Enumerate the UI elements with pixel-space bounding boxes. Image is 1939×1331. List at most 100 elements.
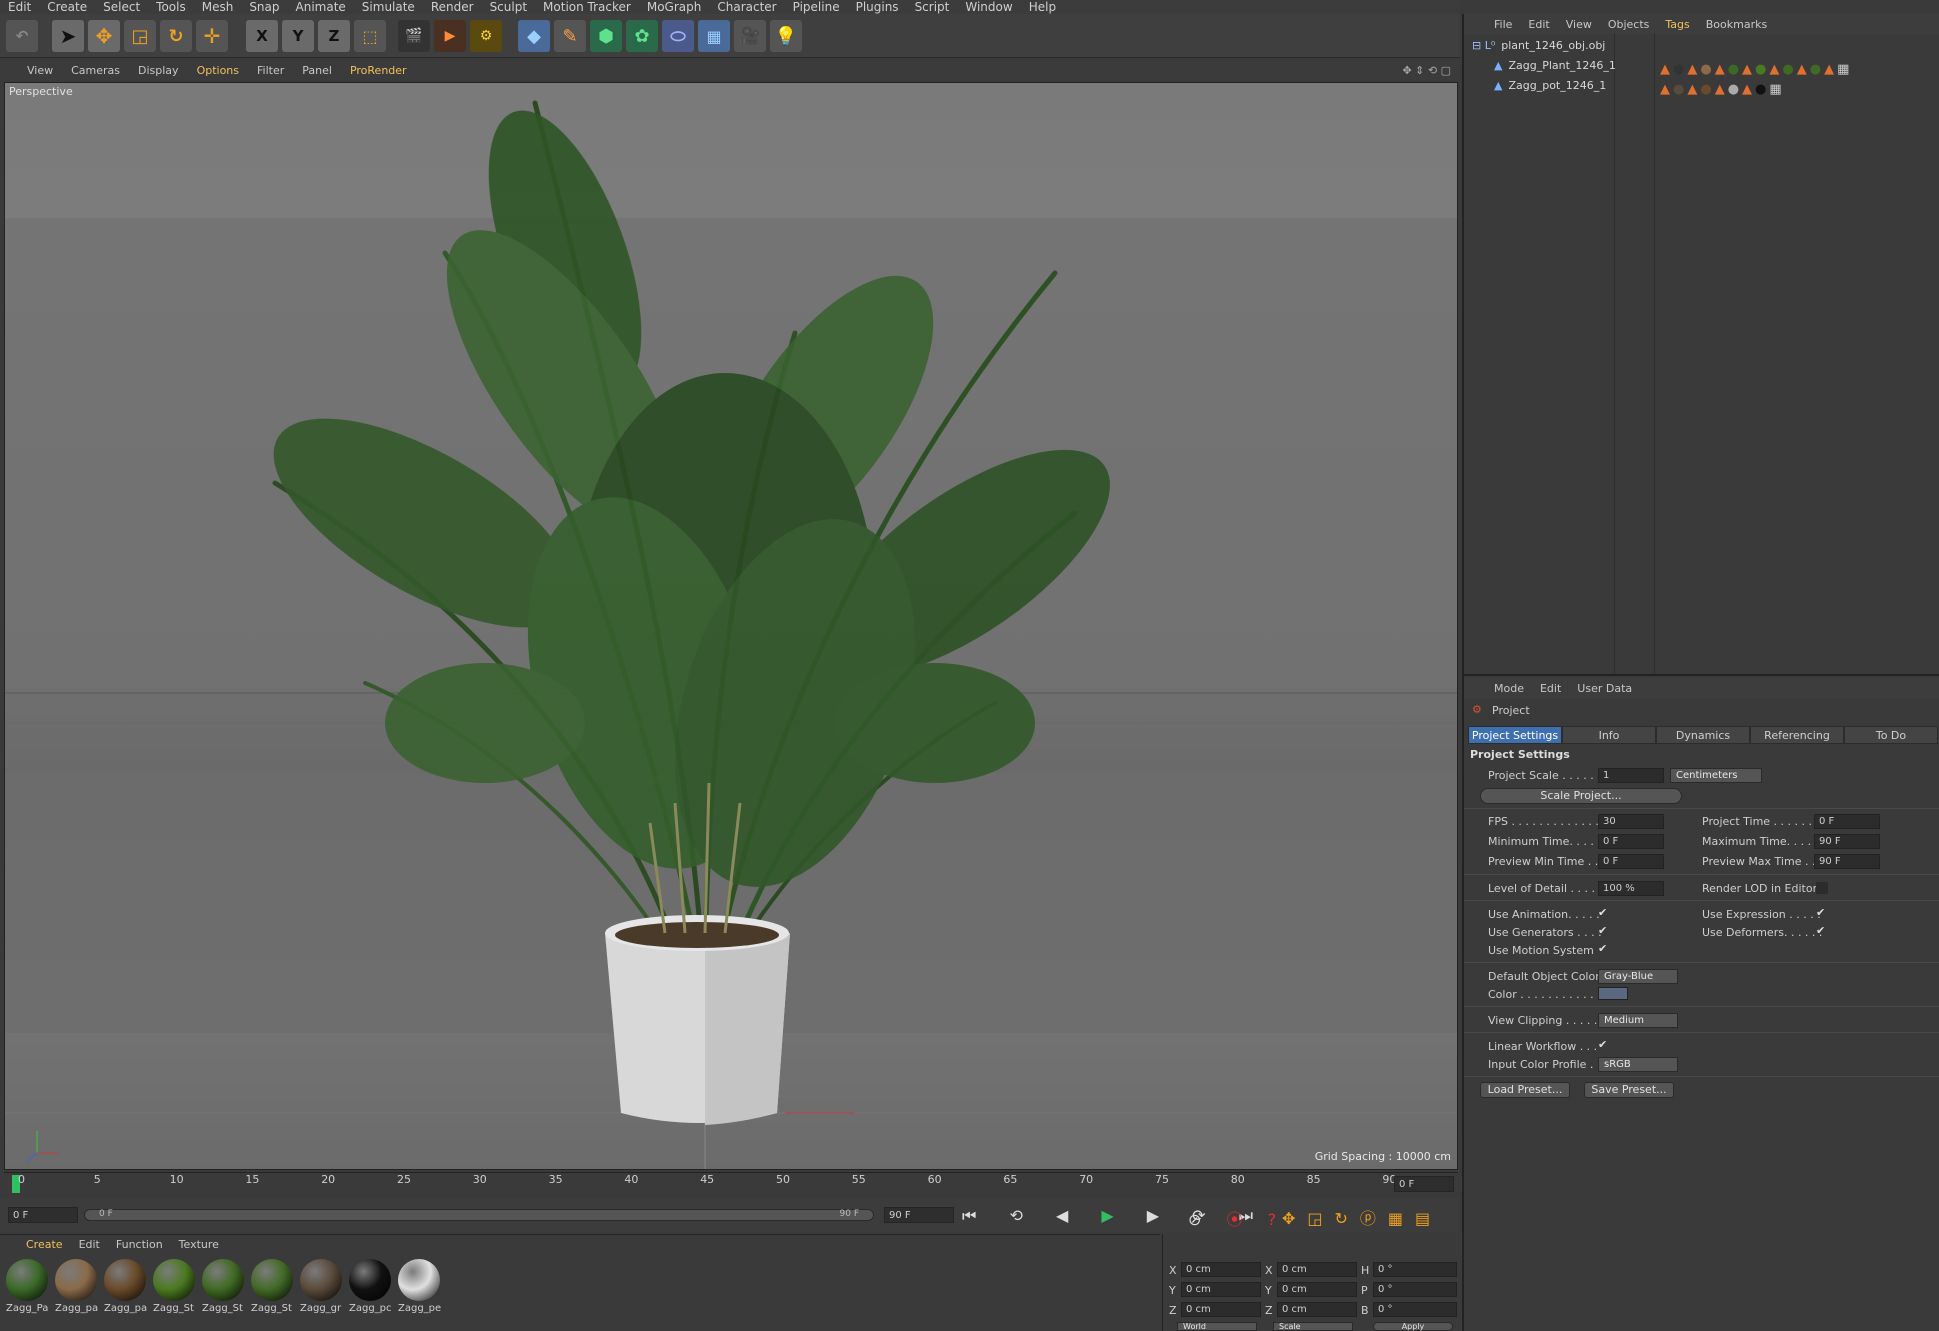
- view-clipping-dropdown[interactable]: Medium: [1598, 1013, 1678, 1028]
- obj-menu-bookmarks[interactable]: Bookmarks: [1698, 18, 1775, 31]
- menu-motion-tracker[interactable]: Motion Tracker: [535, 0, 639, 14]
- viewport-menu-panel[interactable]: Panel: [293, 64, 341, 77]
- menu-window[interactable]: Window: [957, 0, 1020, 14]
- obj-menu-tags[interactable]: Tags: [1657, 18, 1697, 31]
- cube-icon[interactable]: ◆: [518, 20, 550, 52]
- attr-menu-edit[interactable]: Edit: [1532, 682, 1569, 695]
- preview-min-field[interactable]: 0 F: [1598, 854, 1664, 869]
- material-menu-edit[interactable]: Edit: [71, 1238, 108, 1251]
- array-icon[interactable]: ✿: [626, 20, 658, 52]
- scale-unit-dropdown[interactable]: Centimeters: [1670, 768, 1762, 783]
- rot-h-field[interactable]: 0 °: [1373, 1262, 1457, 1277]
- pen-icon[interactable]: ✎: [554, 20, 586, 52]
- max-time-field[interactable]: 90 F: [1814, 834, 1880, 849]
- floor-icon[interactable]: ▦: [698, 20, 730, 52]
- menu-create[interactable]: Create: [39, 0, 95, 14]
- project-time-field[interactable]: 0 F: [1814, 814, 1880, 829]
- key-controls[interactable]: ⊘ ⦿ ?: [1188, 1206, 1286, 1230]
- material-menu-create[interactable]: Create: [18, 1238, 71, 1251]
- scale-y-field[interactable]: 0 cm: [1277, 1282, 1357, 1297]
- object-row-pot[interactable]: ▲ Zagg_pot_1246_1: [1494, 76, 1606, 94]
- material-swatch[interactable]: Zagg_St: [249, 1257, 295, 1315]
- use-deformers-checkbox[interactable]: ✔: [1816, 925, 1828, 937]
- load-preset-button[interactable]: Load Preset...: [1480, 1082, 1570, 1098]
- material-swatch[interactable]: Zagg_pe: [396, 1257, 442, 1315]
- default-color-dropdown[interactable]: Gray-Blue: [1598, 969, 1678, 984]
- input-profile-dropdown[interactable]: sRGB: [1598, 1057, 1678, 1072]
- save-preset-button[interactable]: Save Preset...: [1584, 1082, 1674, 1098]
- tab-dynamics[interactable]: Dynamics: [1656, 726, 1750, 744]
- plant-material-tags[interactable]: ▲●▲●▲●▲●▲●▲●▲▦: [1660, 62, 1852, 77]
- scale-tool-icon[interactable]: ◲: [124, 20, 156, 52]
- color-swatch[interactable]: [1598, 987, 1628, 1000]
- material-swatch[interactable]: Zagg_Pa: [4, 1257, 50, 1315]
- scale-z-field[interactable]: 0 cm: [1277, 1302, 1357, 1317]
- menu-plugins[interactable]: Plugins: [848, 0, 907, 14]
- menu-mesh[interactable]: Mesh: [194, 0, 242, 14]
- lod-field[interactable]: 100 %: [1598, 881, 1664, 896]
- obj-menu-view[interactable]: View: [1558, 18, 1600, 31]
- move-tool-icon[interactable]: ✥: [88, 20, 120, 52]
- menu-snap[interactable]: Snap: [241, 0, 287, 14]
- use-generators-checkbox[interactable]: ✔: [1598, 925, 1610, 937]
- use-expression-checkbox[interactable]: ✔: [1816, 907, 1828, 919]
- menu-animate[interactable]: Animate: [288, 0, 354, 14]
- obj-menu-file[interactable]: File: [1486, 18, 1520, 31]
- coordinate-system-icon[interactable]: ⬚: [354, 20, 386, 52]
- viewport-menu-options[interactable]: Options: [188, 64, 248, 77]
- use-animation-checkbox[interactable]: ✔: [1598, 907, 1610, 919]
- undo-icon[interactable]: ↶: [6, 20, 38, 52]
- attr-menu-mode[interactable]: Mode: [1486, 682, 1532, 695]
- viewport-menu-prorender[interactable]: ProRender: [341, 64, 416, 77]
- tab-to-do[interactable]: To Do: [1844, 726, 1938, 744]
- rotate-tool-icon[interactable]: ↻: [160, 20, 192, 52]
- light-icon[interactable]: 💡: [770, 20, 802, 52]
- rot-b-field[interactable]: 0 °: [1373, 1302, 1457, 1317]
- scale-project-button[interactable]: Scale Project...: [1480, 788, 1682, 804]
- fps-field[interactable]: 30: [1598, 814, 1664, 829]
- material-swatch[interactable]: Zagg_St: [151, 1257, 197, 1315]
- material-menu-function[interactable]: Function: [108, 1238, 171, 1251]
- menu-character[interactable]: Character: [709, 0, 784, 14]
- pot-material-tags[interactable]: ▲●▲●▲●▲●▦: [1660, 82, 1785, 97]
- render-lod-checkbox[interactable]: [1816, 882, 1828, 894]
- material-swatch[interactable]: Zagg_pc: [347, 1257, 393, 1315]
- menu-help[interactable]: Help: [1021, 0, 1064, 14]
- keyframe-mode-icons[interactable]: ✥◲↻ⓟ▦▤: [1282, 1205, 1462, 1228]
- linear-workflow-checkbox[interactable]: ✔: [1598, 1039, 1610, 1051]
- menu-script[interactable]: Script: [907, 0, 958, 14]
- scale-dropdown[interactable]: Scale: [1273, 1322, 1353, 1331]
- y-axis-button[interactable]: Y: [282, 20, 314, 52]
- material-swatch[interactable]: Zagg_St: [200, 1257, 246, 1315]
- viewport-menu-display[interactable]: Display: [129, 64, 188, 77]
- render-picture-viewer-icon[interactable]: ▶: [434, 20, 466, 52]
- tab-referencing[interactable]: Referencing: [1750, 726, 1844, 744]
- menu-select[interactable]: Select: [95, 0, 148, 14]
- world-dropdown[interactable]: World: [1177, 1322, 1257, 1331]
- material-menu-texture[interactable]: Texture: [171, 1238, 227, 1251]
- rot-p-field[interactable]: 0 °: [1373, 1282, 1457, 1297]
- timeline-ruler[interactable]: 0 5 10 15 20 25 30 35 40 45 50 55 60 65 70 75 80 85 90 0 F: [4, 1172, 1458, 1196]
- pos-x-field[interactable]: 0 cm: [1181, 1262, 1261, 1277]
- menu-edit[interactable]: Edit: [0, 0, 39, 14]
- apply-button[interactable]: Apply: [1373, 1322, 1453, 1331]
- min-time-field[interactable]: 0 F: [1598, 834, 1664, 849]
- project-scale-field[interactable]: 1: [1598, 768, 1664, 783]
- menu-sculpt[interactable]: Sculpt: [482, 0, 535, 14]
- menu-simulate[interactable]: Simulate: [354, 0, 423, 14]
- tab-info[interactable]: Info: [1562, 726, 1656, 744]
- x-axis-button[interactable]: X: [246, 20, 278, 52]
- viewport-nav-icons[interactable]: ✥ ⇕ ⟲ ▢: [1393, 64, 1460, 77]
- material-swatch[interactable]: Zagg_gr: [298, 1257, 344, 1315]
- attr-menu-user-data[interactable]: User Data: [1569, 682, 1640, 695]
- use-motion-checkbox[interactable]: ✔: [1598, 943, 1610, 955]
- current-frame-field[interactable]: 0 F: [1394, 1176, 1454, 1192]
- camera-icon[interactable]: 🎥: [734, 20, 766, 52]
- deformer-icon[interactable]: ⬭: [662, 20, 694, 52]
- tab-project-settings[interactable]: Project Settings: [1468, 726, 1562, 744]
- pointer-tool-icon[interactable]: ➤: [52, 20, 84, 52]
- render-settings-icon[interactable]: ⚙: [470, 20, 502, 52]
- obj-menu-objects[interactable]: Objects: [1600, 18, 1658, 31]
- obj-menu-edit[interactable]: Edit: [1520, 18, 1557, 31]
- render-view-icon[interactable]: 🎬: [398, 20, 430, 52]
